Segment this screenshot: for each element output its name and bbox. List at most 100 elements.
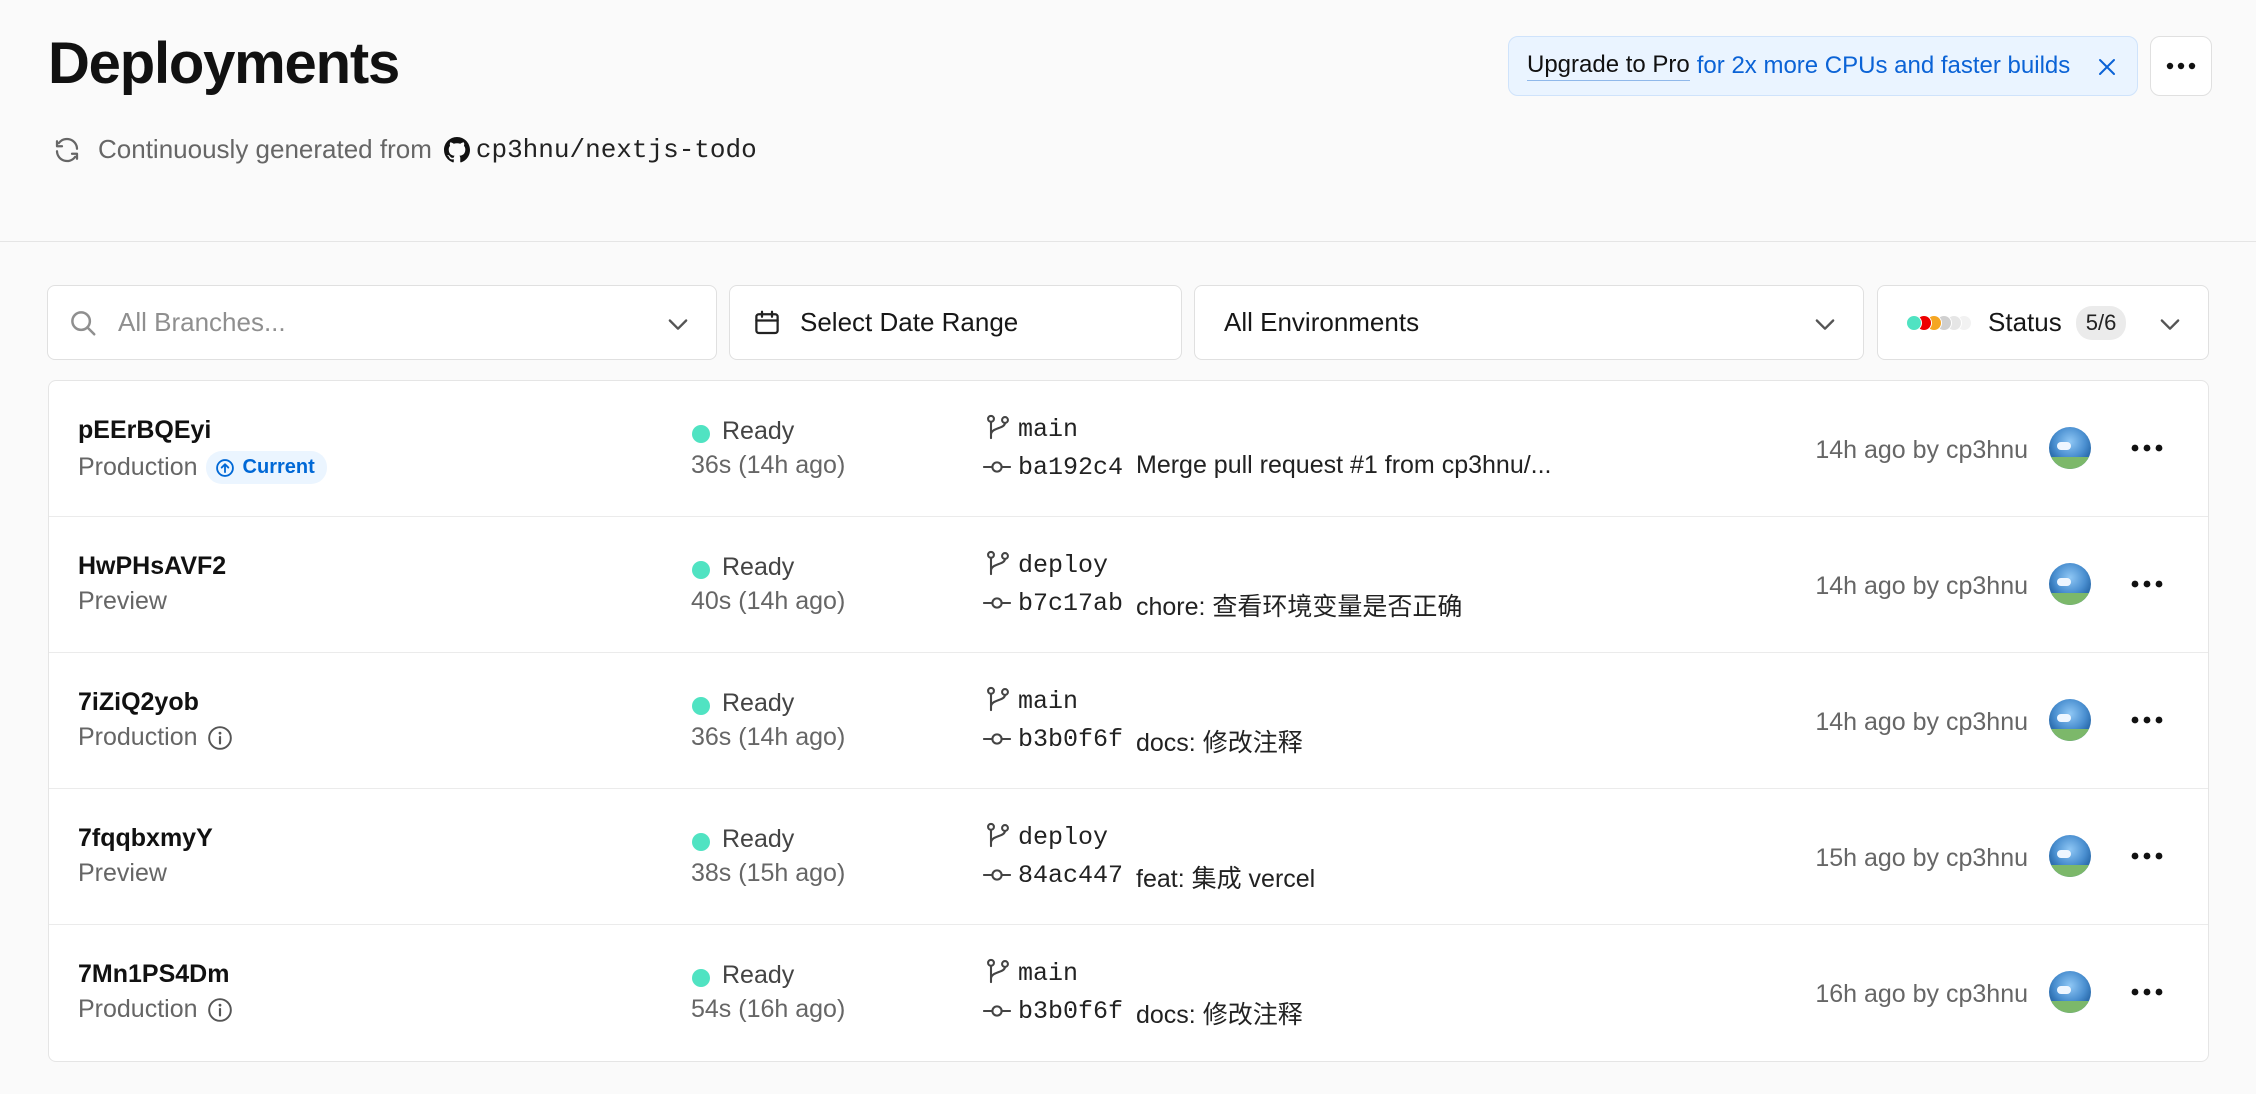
status-indicator bbox=[692, 833, 710, 851]
status-text: Ready bbox=[722, 689, 795, 717]
avatar bbox=[2049, 835, 2091, 877]
build-duration: 54s (16h ago) bbox=[691, 995, 846, 1023]
info-icon[interactable] bbox=[207, 725, 233, 751]
row-more-button[interactable] bbox=[2129, 977, 2165, 1007]
upgrade-description: for 2x more CPUs and faster builds bbox=[1696, 52, 2071, 79]
deployment-id[interactable]: 7iZiQ2yob bbox=[78, 688, 199, 717]
build-duration: 38s (15h ago) bbox=[691, 859, 846, 887]
status-text: Ready bbox=[722, 825, 795, 853]
deployment-row[interactable]: pEErBQEyi Production Current Ready 36s (… bbox=[49, 381, 2208, 517]
deployment-age: 16h ago by cp3hnu bbox=[1815, 980, 2028, 1008]
environment-label: All Environments bbox=[1224, 307, 1420, 337]
calendar-icon bbox=[755, 310, 779, 334]
search-icon bbox=[71, 310, 96, 335]
status-text: Ready bbox=[722, 961, 795, 989]
page-header: Deployments Continuously generated from … bbox=[0, 0, 2256, 242]
more-options-button[interactable] bbox=[2150, 36, 2212, 96]
row-more-button[interactable] bbox=[2129, 705, 2165, 735]
status-indicator bbox=[692, 425, 710, 443]
deployment-id[interactable]: pEErBQEyi bbox=[78, 416, 211, 445]
environment-name: Production bbox=[78, 723, 198, 751]
close-icon[interactable] bbox=[2095, 55, 2119, 79]
environment-name: Preview bbox=[78, 859, 167, 887]
ellipsis-icon bbox=[2131, 852, 2163, 860]
environment-line: Production bbox=[78, 723, 233, 752]
upgrade-link[interactable]: Upgrade to Pro bbox=[1527, 51, 1690, 81]
commit-message[interactable]: chore: 查看环境变量是否正确 bbox=[1136, 587, 1462, 623]
deployment-id[interactable]: HwPHsAVF2 bbox=[78, 552, 226, 581]
deployment-row[interactable]: 7Mn1PS4Dm Production Ready 54s (16h ago)… bbox=[49, 925, 2208, 1061]
branch-name[interactable]: main bbox=[1018, 415, 1078, 444]
status-label: Status bbox=[1988, 307, 2062, 337]
commit-message[interactable]: Merge pull request #1 from cp3hnu/... bbox=[1136, 451, 1552, 480]
row-more-button[interactable] bbox=[2129, 569, 2165, 599]
deployment-age: 15h ago by cp3hnu bbox=[1815, 844, 2028, 872]
chevron-down-icon bbox=[2160, 319, 2180, 330]
git-branch-icon bbox=[987, 414, 1009, 440]
branch-filter[interactable] bbox=[47, 285, 717, 360]
commit-sha[interactable]: b3b0f6f bbox=[1018, 997, 1123, 1026]
environment-line: Production Current bbox=[78, 451, 327, 484]
status-color-dots bbox=[1906, 313, 1982, 333]
current-badge-label: Current bbox=[242, 456, 315, 478]
environment-name: Production bbox=[78, 453, 198, 481]
deployment-id[interactable]: 7fqqbxmyY bbox=[78, 824, 213, 853]
avatar bbox=[2049, 563, 2091, 605]
commit-sha[interactable]: 84ac447 bbox=[1018, 861, 1123, 890]
status-indicator bbox=[692, 697, 710, 715]
upgrade-banner[interactable]: Upgrade to Pro for 2x more CPUs and fast… bbox=[1508, 36, 2138, 96]
ellipsis-icon bbox=[2131, 988, 2163, 996]
repo-link[interactable]: cp3hnu/nextjs-todo bbox=[476, 135, 757, 165]
build-duration: 40s (14h ago) bbox=[691, 587, 846, 615]
deployment-row[interactable]: HwPHsAVF2 Preview Ready 40s (14h ago) de… bbox=[49, 517, 2208, 653]
git-commit-icon bbox=[983, 1005, 1011, 1017]
commit-message[interactable]: docs: 修改注释 bbox=[1136, 723, 1303, 759]
deployments-list: pEErBQEyi Production Current Ready 36s (… bbox=[48, 380, 2209, 1062]
info-icon[interactable] bbox=[207, 997, 233, 1023]
branch-search-input[interactable] bbox=[118, 307, 618, 338]
current-badge: Current bbox=[205, 451, 327, 484]
git-commit-icon bbox=[983, 733, 1011, 745]
avatar bbox=[2049, 427, 2091, 469]
environment-name: Preview bbox=[78, 587, 167, 615]
commit-message[interactable]: feat: 集成 vercel bbox=[1136, 859, 1315, 895]
page-title: Deployments bbox=[48, 31, 400, 96]
row-more-button[interactable] bbox=[2129, 841, 2165, 871]
deployment-row[interactable]: 7iZiQ2yob Production Ready 36s (14h ago)… bbox=[49, 653, 2208, 789]
refresh-icon bbox=[55, 137, 79, 162]
status-text: Ready bbox=[722, 417, 795, 445]
ellipsis-icon bbox=[2131, 716, 2163, 724]
deployment-row[interactable]: 7fqqbxmyY Preview Ready 38s (15h ago) de… bbox=[49, 789, 2208, 925]
environment-filter[interactable]: All Environments bbox=[1194, 285, 1864, 360]
commit-sha[interactable]: b3b0f6f bbox=[1018, 725, 1123, 754]
github-icon bbox=[443, 136, 470, 162]
branch-name[interactable]: main bbox=[1018, 687, 1078, 716]
status-indicator bbox=[692, 561, 710, 579]
commit-message[interactable]: docs: 修改注释 bbox=[1136, 995, 1303, 1031]
ellipsis-icon bbox=[2131, 444, 2163, 452]
row-more-button[interactable] bbox=[2129, 433, 2165, 463]
branch-name[interactable]: main bbox=[1018, 959, 1078, 988]
avatar bbox=[2049, 699, 2091, 741]
branch-name[interactable]: deploy bbox=[1018, 551, 1108, 580]
environment-line: Preview bbox=[78, 859, 167, 888]
git-branch-icon bbox=[987, 550, 1009, 576]
avatar bbox=[2049, 971, 2091, 1013]
subtitle-prefix: Continuously generated from bbox=[98, 134, 432, 164]
status-filter[interactable]: Status 5/6 bbox=[1877, 285, 2209, 360]
status-color-dot bbox=[1906, 314, 1922, 331]
status-count-badge: 5/6 bbox=[2075, 305, 2127, 340]
repo-source: Continuously generated from cp3hnu/nextj… bbox=[52, 134, 757, 165]
deployment-id[interactable]: 7Mn1PS4Dm bbox=[78, 960, 229, 989]
date-range-filter[interactable]: Select Date Range bbox=[729, 285, 1182, 360]
deployment-age: 14h ago by cp3hnu bbox=[1815, 708, 2028, 736]
git-branch-icon bbox=[987, 686, 1009, 712]
commit-sha[interactable]: ba192c4 bbox=[1018, 453, 1123, 482]
status-indicator bbox=[692, 969, 710, 987]
environment-line: Production bbox=[78, 995, 233, 1024]
commit-sha[interactable]: b7c17ab bbox=[1018, 589, 1123, 618]
environment-name: Production bbox=[78, 995, 198, 1023]
branch-name[interactable]: deploy bbox=[1018, 823, 1108, 852]
deployment-age: 14h ago by cp3hnu bbox=[1815, 436, 2028, 464]
build-duration: 36s (14h ago) bbox=[691, 451, 846, 479]
